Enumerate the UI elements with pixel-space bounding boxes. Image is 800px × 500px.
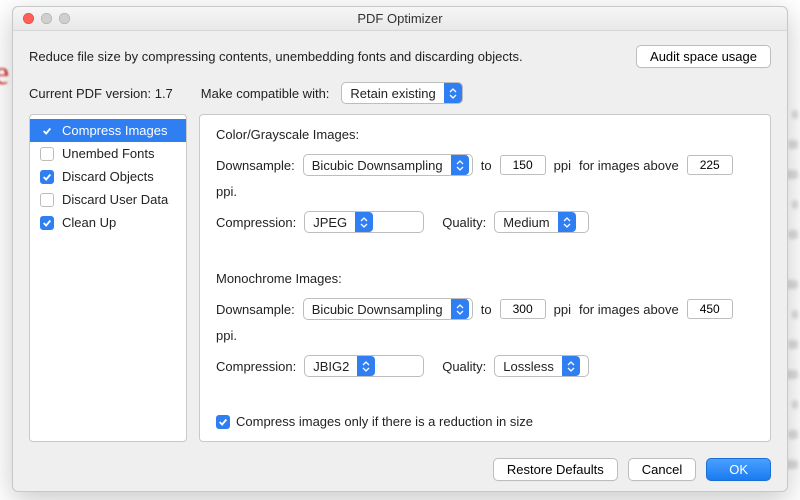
sidebar-item-discard-objects[interactable]: Discard Objects [30,165,186,188]
sidebar-item-label: Compress Images [62,123,167,138]
to-label: to [481,158,492,173]
updown-icon [451,299,469,319]
updown-icon [444,83,462,103]
ppi-dot-label: ppi. [216,328,237,343]
compat-label: Make compatible with: [201,86,330,101]
reduce-only-label: Compress images only if there is a reduc… [236,414,533,429]
mono-downsample-value: Bicubic Downsampling [304,302,451,317]
compression-label: Compression: [216,215,296,230]
updown-icon [357,356,375,376]
checkbox-icon[interactable] [40,147,54,161]
compat-select-value: Retain existing [342,86,443,101]
restore-defaults-button[interactable]: Restore Defaults [493,458,618,481]
sidebar-item-label: Discard Objects [62,169,154,184]
color-downsample-select[interactable]: Bicubic Downsampling [303,154,473,176]
ppi-dot-label: ppi. [216,184,237,199]
for-above-label: for images above [579,302,679,317]
mono-section-heading: Monochrome Images: [216,271,754,286]
downsample-label: Downsample: [216,302,295,317]
footer-buttons: Restore Defaults Cancel OK [29,452,771,481]
pdf-version-label: Current PDF version: 1.7 [29,86,173,101]
optimizer-window: PDF Optimizer Reduce file size by compre… [12,6,788,492]
mono-compression-value: JBIG2 [305,359,357,374]
ok-button[interactable]: OK [706,458,771,481]
mono-quality-value: Lossless [495,359,562,374]
downsample-label: Downsample: [216,158,295,173]
mono-compression-select[interactable]: JBIG2 [304,355,424,377]
ppi-label: ppi [554,158,571,173]
checkbox-icon[interactable] [40,170,54,184]
color-compression-value: JPEG [305,215,355,230]
color-target-ppi-input[interactable] [500,155,546,175]
for-above-label: for images above [579,158,679,173]
window-title: PDF Optimizer [13,11,787,26]
color-quality-value: Medium [495,215,557,230]
quality-label: Quality: [442,215,486,230]
compression-label: Compression: [216,359,296,374]
titlebar: PDF Optimizer [13,7,787,31]
mono-downsample-select[interactable]: Bicubic Downsampling [303,298,473,320]
updown-icon [562,356,580,376]
color-compression-select[interactable]: JPEG [304,211,424,233]
sidebar-item-unembed-fonts[interactable]: Unembed Fonts [30,142,186,165]
background-glyph: e [0,55,9,93]
pdf-version-text: Current PDF version: [29,86,151,101]
audit-space-button[interactable]: Audit space usage [636,45,771,68]
checkbox-icon[interactable] [40,216,54,230]
mono-above-ppi-input[interactable] [687,299,733,319]
to-label: to [481,302,492,317]
color-downsample-value: Bicubic Downsampling [304,158,451,173]
sidebar-item-label: Unembed Fonts [62,146,155,161]
content-area: Reduce file size by compressing contents… [13,31,787,491]
updown-icon [451,155,469,175]
sidebar-item-label: Discard User Data [62,192,168,207]
reduce-only-checkbox[interactable] [216,415,230,429]
updown-icon [355,212,373,232]
mono-target-ppi-input[interactable] [500,299,546,319]
color-above-ppi-input[interactable] [687,155,733,175]
pdf-version-value: 1.7 [155,86,173,101]
settings-panel: Color/Grayscale Images: Downsample: Bicu… [199,114,771,442]
mono-quality-select[interactable]: Lossless [494,355,589,377]
color-section-heading: Color/Grayscale Images: [216,127,754,142]
updown-icon [558,212,576,232]
cancel-button[interactable]: Cancel [628,458,696,481]
quality-label: Quality: [442,359,486,374]
compat-select[interactable]: Retain existing [341,82,462,104]
sidebar-item-compress-images[interactable]: Compress Images [30,119,186,142]
description-text: Reduce file size by compressing contents… [29,49,523,64]
color-quality-select[interactable]: Medium [494,211,589,233]
checkbox-icon[interactable] [40,193,54,207]
category-sidebar: Compress Images Unembed Fonts Discard Obje… [29,114,187,442]
sidebar-item-clean-up[interactable]: Clean Up [30,211,186,234]
ppi-label: ppi [554,302,571,317]
checkbox-icon[interactable] [40,124,54,138]
sidebar-item-label: Clean Up [62,215,116,230]
sidebar-item-discard-user-data[interactable]: Discard User Data [30,188,186,211]
